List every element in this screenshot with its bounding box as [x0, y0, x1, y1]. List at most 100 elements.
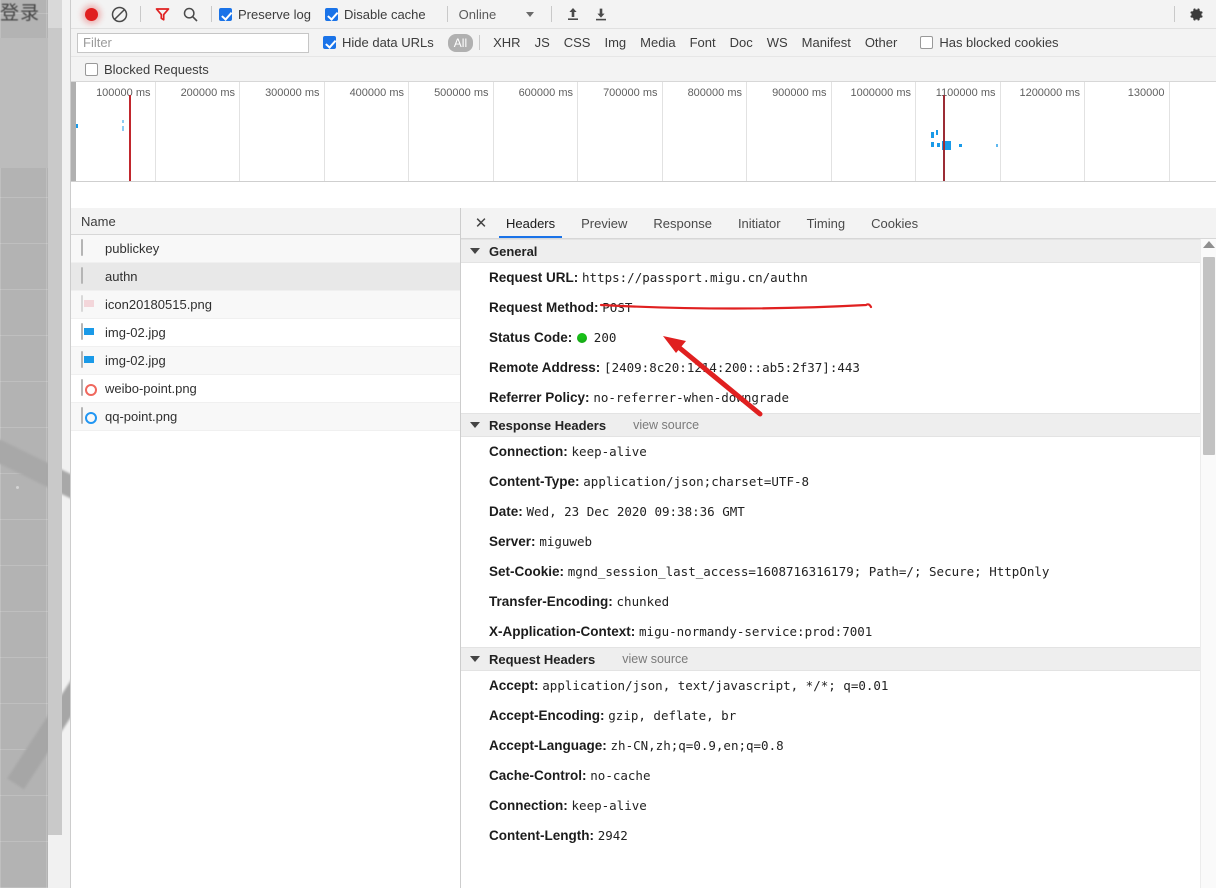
filter-type-other[interactable]: Other	[858, 33, 905, 52]
clear-button[interactable]	[105, 1, 133, 27]
filter-toggle-button[interactable]	[148, 1, 176, 27]
chevron-down-icon[interactable]	[526, 11, 535, 17]
network-main-split: Name publickey authn icon20180515.png img-0…	[71, 208, 1216, 888]
image-circle-red-icon-glyph	[81, 379, 83, 396]
tab-cookies[interactable]: Cookies	[858, 208, 931, 238]
filter-type-xhr[interactable]: XHR	[486, 33, 527, 52]
request-row[interactable]: weibo-point.png	[71, 375, 460, 403]
toolbar-divider-2	[211, 6, 212, 22]
filter-type-all[interactable]: All	[447, 33, 474, 52]
hide-data-urls-checkbox[interactable]: Hide data URLs	[323, 35, 434, 50]
header-value: mgnd_session_last_access=1608716316179; …	[567, 564, 1050, 579]
overview-left-handle[interactable]	[71, 82, 76, 181]
network-filter-bar: Hide data URLs All XHRJSCSSImgMediaFontDo…	[71, 29, 1216, 57]
header-key: Accept:	[489, 678, 539, 693]
overview-tick-cell: 400000 ms	[325, 82, 409, 181]
request-row[interactable]: publickey	[71, 235, 460, 263]
blocked-requests-bar: Blocked Requests	[71, 57, 1216, 82]
header-value: application/json;charset=UTF-8	[583, 474, 810, 489]
image-faded-icon-glyph	[81, 295, 83, 312]
header-value[interactable]: https://passport.migu.cn/authn	[582, 270, 808, 285]
has-blocked-cookies-checkbox[interactable]: Has blocked cookies	[920, 35, 1059, 50]
view-source-link[interactable]: view source	[622, 652, 688, 666]
header-value: zh-CN,zh;q=0.9,en;q=0.8	[610, 738, 784, 753]
filter-type-js[interactable]: JS	[528, 33, 557, 52]
detail-tabs: ✕ Headers Preview Response Initiator Timing C…	[461, 208, 1216, 239]
page-decorative-dot	[16, 486, 19, 489]
request-list-header[interactable]: Name	[71, 208, 460, 235]
header-key: X-Application-Context:	[489, 624, 636, 639]
scrollbar-thumb[interactable]	[1203, 257, 1215, 455]
record-button[interactable]	[77, 1, 105, 27]
import-har-button[interactable]	[559, 1, 587, 27]
document-icon	[81, 267, 96, 285]
scroll-up-arrow-icon[interactable]	[1203, 241, 1215, 248]
request-row[interactable]: authn	[71, 263, 460, 291]
filter-type-ws[interactable]: WS	[760, 33, 795, 52]
disable-cache-checkbox[interactable]: Disable cache	[324, 7, 426, 22]
header-key: Content-Type:	[489, 474, 580, 489]
image-icon-glyph	[81, 323, 83, 340]
header-row: Content-Type: application/json;charset=U…	[461, 467, 1216, 497]
overview-tick-label: 1200000 ms	[1019, 87, 1080, 99]
throttling-select[interactable]: Online	[455, 7, 501, 22]
section-header-request-headers[interactable]: Request Headers view source	[461, 647, 1216, 671]
overview-request-blip	[122, 126, 124, 131]
request-row[interactable]: img-02.jpg	[71, 319, 460, 347]
filter-type-manifest[interactable]: Manifest	[795, 33, 858, 52]
filter-type-doc[interactable]: Doc	[723, 33, 760, 52]
close-icon[interactable]: ✕	[469, 211, 493, 235]
export-har-button[interactable]	[587, 1, 615, 27]
hide-data-urls-label: Hide data URLs	[342, 35, 434, 50]
search-button[interactable]	[176, 1, 204, 27]
search-magnifier-icon	[183, 7, 198, 22]
request-row[interactable]: img-02.jpg	[71, 347, 460, 375]
section-header-response-headers[interactable]: Response Headers view source	[461, 413, 1216, 437]
detail-scrollbar[interactable]	[1200, 239, 1216, 888]
tab-timing[interactable]: Timing	[794, 208, 859, 238]
view-source-link[interactable]: view source	[633, 418, 699, 432]
page-top-band	[0, 38, 48, 168]
section-header-general[interactable]: General	[461, 239, 1216, 263]
header-row: Accept: application/json, text/javascrip…	[461, 671, 1216, 701]
header-value: miguweb	[539, 534, 592, 549]
triangle-down-icon[interactable]	[470, 656, 480, 662]
import-har-up-arrow-icon	[568, 8, 579, 20]
filter-funnel-icon	[155, 7, 169, 21]
image-circle-blue-icon	[81, 407, 96, 425]
header-row: Transfer-Encoding: chunked	[461, 587, 1216, 617]
filter-type-font[interactable]: Font	[683, 33, 723, 52]
overview-tick-cell: 300000 ms	[240, 82, 325, 181]
request-row-name: icon20180515.png	[105, 297, 212, 312]
header-row: Referrer Policy: no-referrer-when-downgr…	[461, 383, 1216, 413]
tab-response[interactable]: Response	[640, 208, 725, 238]
blocked-requests-checkbox[interactable]: Blocked Requests	[85, 62, 209, 77]
request-row[interactable]: icon20180515.png	[71, 291, 460, 319]
preserve-log-checkbox[interactable]: Preserve log	[219, 7, 311, 22]
overview-tick-cell: 130000	[1085, 82, 1170, 181]
overview-dcl-marker-1	[129, 95, 131, 181]
header-value: 200	[593, 330, 617, 345]
status-ok-dot-icon	[577, 333, 588, 343]
filter-input[interactable]	[77, 32, 309, 53]
overview-request-blip	[937, 143, 940, 147]
filter-type-img[interactable]: Img	[597, 33, 633, 52]
triangle-down-icon[interactable]	[470, 248, 480, 254]
header-key: Referrer Policy:	[489, 390, 590, 405]
image-circle-blue-icon-glyph	[81, 407, 83, 424]
toolbar-divider-3	[446, 6, 448, 22]
filter-type-media[interactable]: Media	[633, 33, 682, 52]
filter-type-css[interactable]: CSS	[557, 33, 598, 52]
settings-button[interactable]	[1182, 1, 1210, 27]
overview-tick-cell: 600000 ms	[494, 82, 578, 181]
overview-tick-label: 130000	[1127, 87, 1165, 99]
tab-preview[interactable]: Preview	[568, 208, 640, 238]
header-row: Connection: keep-alive	[461, 791, 1216, 821]
tab-initiator[interactable]: Initiator	[725, 208, 794, 238]
triangle-down-icon[interactable]	[470, 422, 480, 428]
tab-headers[interactable]: Headers	[493, 208, 568, 238]
request-list-panel: Name publickey authn icon20180515.png img-0…	[71, 208, 461, 888]
overview-tick-cell: 200000 ms	[156, 82, 240, 181]
request-row[interactable]: qq-point.png	[71, 403, 460, 431]
network-overview-timeline[interactable]: 100000 ms 200000 ms 300000 ms 400000 ms 5000…	[71, 82, 1216, 182]
